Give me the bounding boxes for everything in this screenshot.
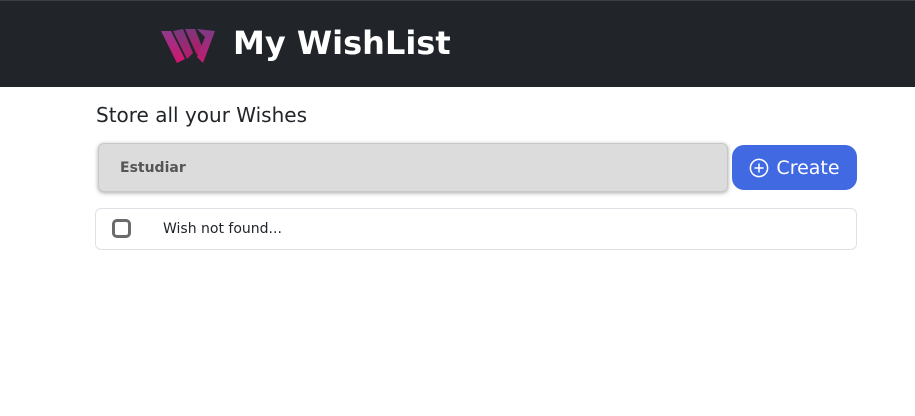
wish-input[interactable] [98, 143, 728, 192]
wish-list: Wish not found... [95, 208, 857, 250]
create-button[interactable]: Create [732, 145, 857, 190]
brand[interactable]: My WishList [159, 23, 451, 63]
create-button-label: Create [776, 156, 840, 179]
wish-text: Wish not found... [163, 221, 282, 237]
navbar: My WishList [0, 0, 915, 87]
app-title: My WishList [233, 24, 451, 62]
wishlist-logo-icon [161, 29, 215, 63]
wish-checkbox[interactable] [112, 219, 131, 238]
page-subtitle: Store all your Wishes [96, 103, 307, 127]
list-item: Wish not found... [96, 209, 856, 249]
plus-circle-icon [750, 158, 769, 177]
